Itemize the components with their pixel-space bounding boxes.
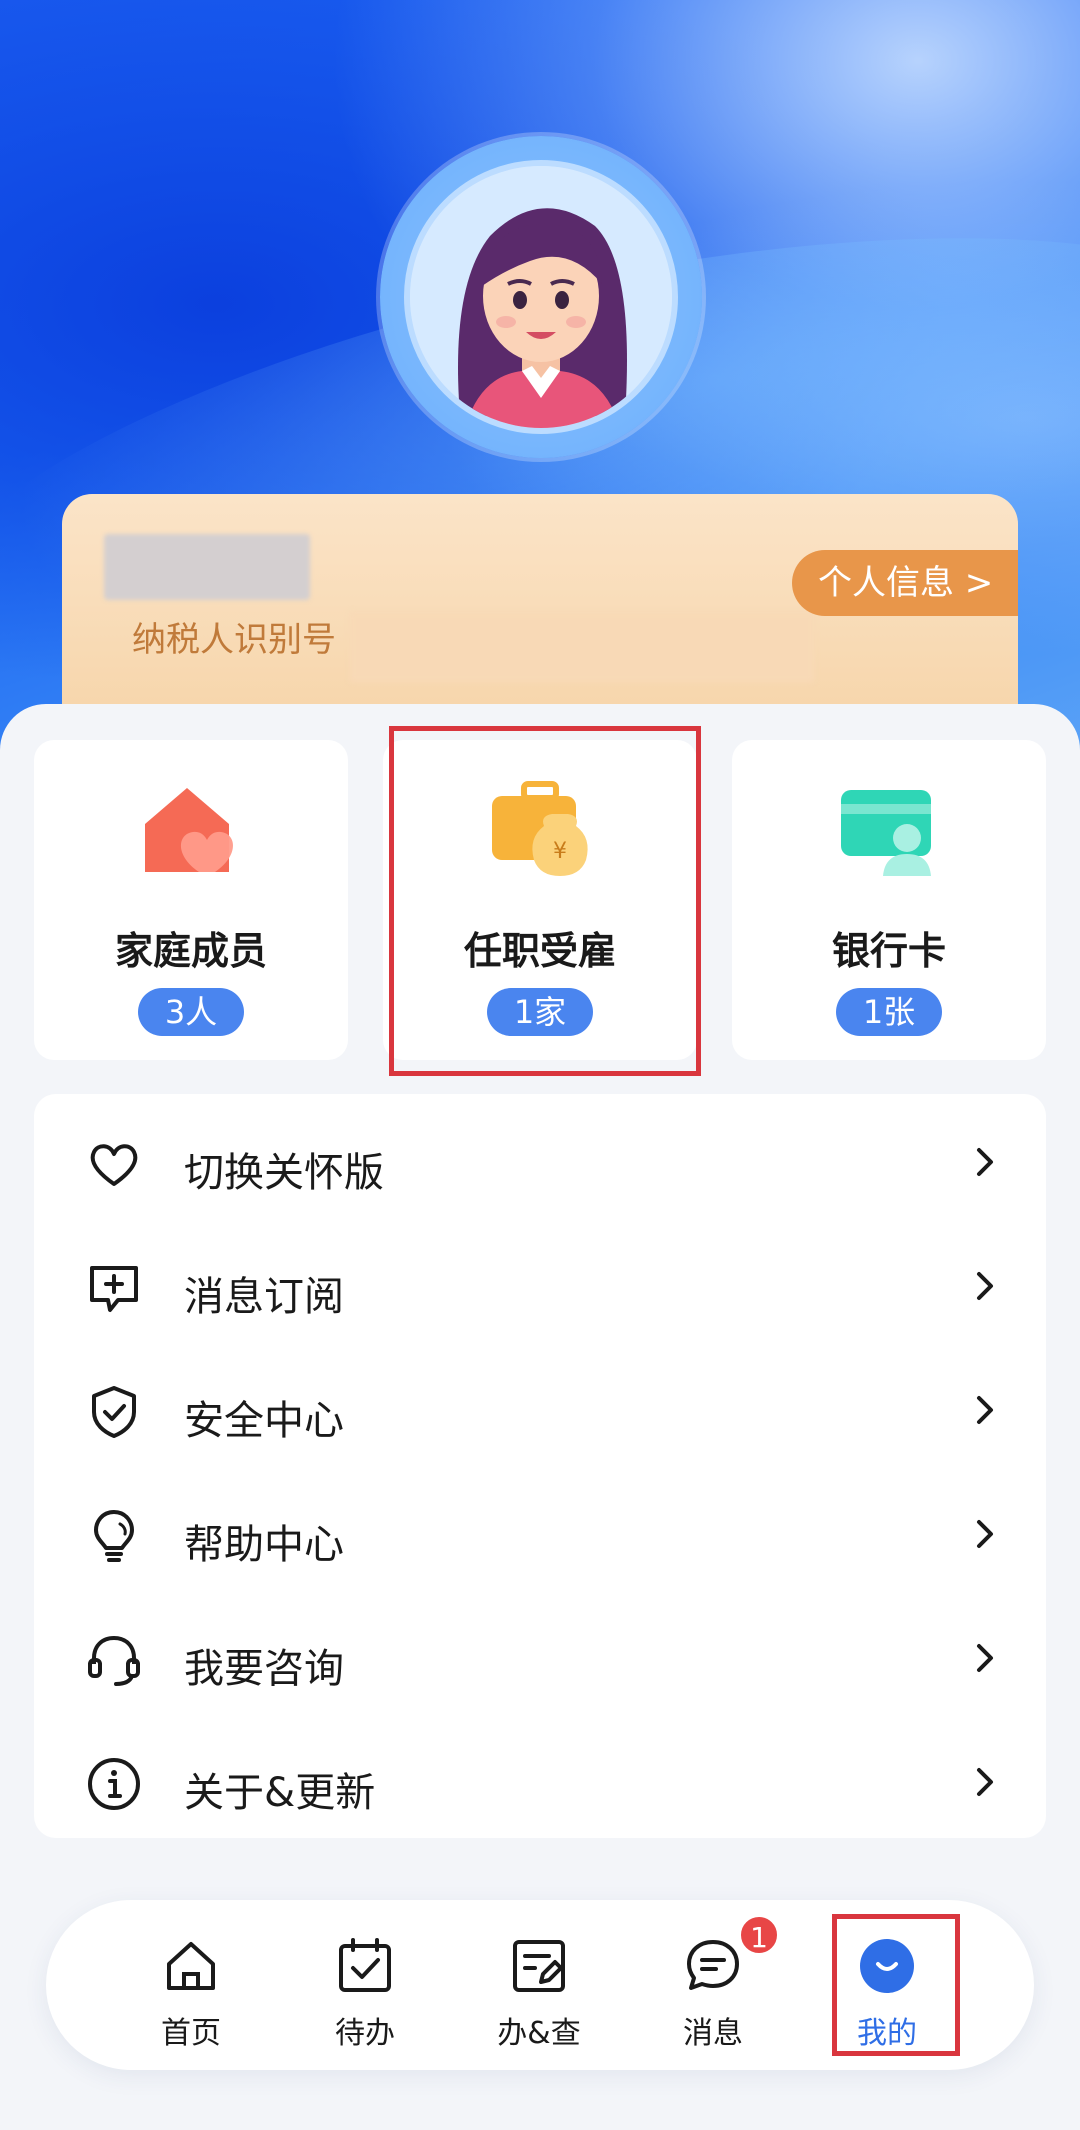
menu-item-message-subscription[interactable]: 消息订阅 (34, 1218, 1046, 1342)
tile-count-badge: 1张 (836, 988, 942, 1036)
chevron-right-icon (977, 1768, 993, 1796)
chevron-right-icon (977, 1272, 993, 1300)
tab-todo[interactable]: 待办 (290, 1900, 440, 2070)
tab-label: 办&查 (497, 2016, 581, 2051)
headset-icon (88, 1635, 140, 1686)
settings-menu: 切换关怀版 消息订阅 安全中心 帮助中心 我要咨询 关于&更新 (34, 1094, 1046, 1838)
chat-bubble-icon (687, 1940, 739, 1990)
family-house-heart-icon (145, 788, 234, 872)
menu-item-label: 关于&更新 (184, 1770, 376, 1816)
tab-label: 消息 (683, 2016, 743, 2051)
taxpayer-id-label: 纳税人识别号 (132, 620, 336, 660)
chevron-right-icon (977, 1520, 993, 1548)
lightbulb-icon (94, 1510, 134, 1562)
bank-card-icon (841, 790, 931, 876)
chevron-right-icon (977, 1148, 993, 1176)
tile-family-members[interactable]: 家庭成员 3人 (34, 740, 348, 1060)
menu-item-label: 切换关怀版 (184, 1150, 384, 1196)
tab-home[interactable]: 首页 (116, 1900, 266, 2070)
avatar-illustration (410, 166, 672, 428)
menu-item-label: 安全中心 (184, 1398, 344, 1444)
menu-item-label: 帮助中心 (184, 1522, 344, 1568)
menu-item-consult[interactable]: 我要咨询 (34, 1590, 1046, 1714)
menu-item-care-mode[interactable]: 切换关怀版 (34, 1094, 1046, 1218)
tile-bank-cards[interactable]: 银行卡 1张 (732, 740, 1046, 1060)
tab-handle-query[interactable]: 办&查 (464, 1900, 614, 2070)
chevron-right-icon (977, 1644, 993, 1672)
tab-label: 待办 (335, 2016, 395, 2051)
tile-title: 家庭成员 (114, 929, 267, 973)
highlight-box-mine-tab (832, 1914, 960, 2056)
menu-item-security-center[interactable]: 安全中心 (34, 1342, 1046, 1466)
home-icon (167, 1942, 215, 1990)
menu-item-label: 我要咨询 (184, 1646, 344, 1692)
tile-count-badge: 3人 (138, 988, 244, 1036)
menu-item-help-center[interactable]: 帮助中心 (34, 1466, 1046, 1590)
message-add-icon (90, 1266, 138, 1312)
info-icon (88, 1758, 140, 1810)
personal-info-button[interactable]: 个人信息 > (792, 550, 1018, 616)
tile-title: 银行卡 (831, 929, 946, 973)
highlight-box-employment (389, 726, 701, 1076)
redacted-taxpayer-id (350, 612, 814, 682)
chevron-right-icon (977, 1396, 993, 1424)
menu-item-label: 消息订阅 (184, 1274, 344, 1320)
tab-label: 首页 (161, 2016, 221, 2051)
avatar[interactable] (404, 160, 678, 434)
redacted-name (104, 534, 310, 600)
tab-messages[interactable]: 1 消息 (638, 1900, 788, 2070)
menu-item-about-update[interactable]: 关于&更新 (34, 1714, 1046, 1838)
calendar-check-icon (339, 1938, 391, 1992)
messages-count-badge: 1 (738, 1914, 780, 1956)
document-edit-icon (513, 1940, 565, 1992)
heart-icon (90, 1144, 138, 1186)
shield-check-icon (92, 1386, 136, 1438)
